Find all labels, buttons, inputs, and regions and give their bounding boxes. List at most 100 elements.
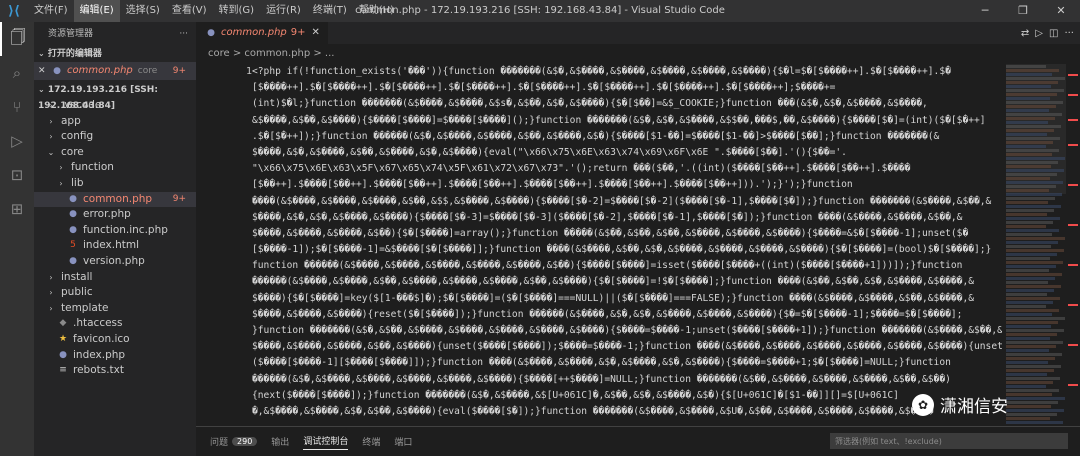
- menu-item-0[interactable]: 文件(F): [28, 0, 74, 22]
- minimap-line: [1006, 153, 1052, 156]
- tree-item-public[interactable]: › public: [34, 285, 196, 301]
- close-icon[interactable]: ✕: [38, 62, 50, 80]
- code-line[interactable]: ������(&$�,&$����,&$����,&$����,&$����,&…: [252, 372, 1002, 388]
- tree-item-common-php[interactable]: ● common.php 9+: [34, 191, 196, 208]
- minimap-line: [1006, 369, 1054, 372]
- code-line[interactable]: $����,&$����,&$����,&$��,&$����){unset($…: [252, 339, 1002, 355]
- open-editors-section[interactable]: ⌄ 打开的编辑器: [34, 46, 196, 62]
- minimap-line: [1006, 349, 1049, 352]
- tree-item-htaccess[interactable]: ◆ .htaccess: [34, 316, 196, 332]
- error-scroll-marker: [1068, 184, 1078, 186]
- code-line[interactable]: $����,&$�,&$�,&$����,&$����){$����[$�-3]…: [252, 210, 1002, 226]
- tree-item-error-php[interactable]: ● error.php: [34, 207, 196, 223]
- tree-item-template[interactable]: › template: [34, 301, 196, 317]
- code-line[interactable]: $����,&$����,&$����,&$��){$�[$����]=arra…: [252, 226, 1002, 242]
- error-scroll-marker: [1068, 344, 1078, 346]
- close-button[interactable]: ✕: [1042, 0, 1080, 22]
- tree-item-function-inc-php[interactable]: ● function.inc.php: [34, 223, 196, 239]
- code-line[interactable]: "\x66\x75\x6E\x63\x5F\x67\x65\x74\x5F\x6…: [252, 161, 1002, 177]
- tree-item-version-php[interactable]: ● version.php: [34, 254, 196, 270]
- menu-item-3[interactable]: 查看(V): [166, 0, 213, 22]
- files-icon[interactable]: 🗍: [0, 22, 34, 56]
- code-line[interactable]: [$��++].$����[$��++].$����[$��++].$����[…: [252, 177, 1002, 193]
- txt-file-icon: ≡: [59, 365, 67, 376]
- menu-item-2[interactable]: 选择(S): [120, 0, 166, 22]
- panel-tab-0[interactable]: 问题 290: [210, 435, 258, 448]
- code-line[interactable]: �,&$����,&$����,&$�,&$��,&$����){eval($�…: [252, 404, 1002, 420]
- minimap-line: [1006, 265, 1056, 268]
- line-number: 1: [245, 66, 252, 77]
- tree-item-install[interactable]: › install: [34, 270, 196, 286]
- minimap[interactable]: [1006, 64, 1066, 426]
- tree-item-label: app: [61, 114, 81, 127]
- code-content[interactable]: <?php if(!function_exists('���')){functi…: [252, 64, 1002, 420]
- restore-button[interactable]: ❐: [1004, 0, 1042, 22]
- tab-common-php[interactable]: ● common.php 9+ ✕: [196, 22, 328, 44]
- code-line[interactable]: [$����-1]);$�[$����-1]=&$����[$�[$����]]…: [252, 242, 1002, 258]
- code-line[interactable]: [$����++].$�[$����++].$�[$����++].$�[$��…: [252, 80, 1002, 96]
- code-line[interactable]: $����,&$�,&$����,&$��,&$����,&$�,&$����)…: [252, 145, 1002, 161]
- tree-item-app[interactable]: › app: [34, 114, 196, 130]
- more-actions-icon[interactable]: ···: [179, 22, 188, 46]
- tree-item-config[interactable]: › config: [34, 129, 196, 145]
- code-line[interactable]: (int)$�l;}function �������(&$����,&$����…: [252, 96, 1002, 112]
- code-line[interactable]: $����,&$����,&$����){reset($�[$����]);}f…: [252, 307, 1002, 323]
- open-editor-item[interactable]: ✕ ● common.php core 9+: [34, 62, 196, 80]
- minimap-line: [1006, 145, 1046, 148]
- code-line[interactable]: $����){$�[$����]=key($[1-���$]�);$�[$���…: [252, 291, 1002, 307]
- menu-item-5[interactable]: 运行(R): [260, 0, 307, 22]
- menu-item-4[interactable]: 转到(G): [213, 0, 261, 22]
- panel-tab-4[interactable]: 端口: [394, 435, 412, 448]
- tree-item-lib[interactable]: › lib: [34, 176, 196, 192]
- code-view[interactable]: 1 <?php if(!function_exists('���')){func…: [196, 64, 1006, 426]
- tree-item-rebots-txt[interactable]: ≡ rebots.txt: [34, 363, 196, 379]
- minimap-line: [1006, 373, 1047, 376]
- minimap-line: [1006, 85, 1051, 88]
- tree-item-favicon-ico[interactable]: ★ favicon.ico: [34, 332, 196, 348]
- run-icon[interactable]: ▷: [1035, 28, 1043, 39]
- menu-item-6[interactable]: 终端(T): [307, 0, 353, 22]
- tree-item-index-php[interactable]: ● index.php: [34, 348, 196, 364]
- code-line[interactable]: }function �������(&$�,&$��,&$����,&$����…: [252, 323, 1002, 339]
- panel-tab-1[interactable]: 输出: [271, 435, 289, 448]
- run-debug-icon[interactable]: ▷: [0, 124, 34, 158]
- tree-item-index-html[interactable]: 5 index.html: [34, 238, 196, 254]
- remote-icon[interactable]: ⇄: [1021, 28, 1029, 39]
- extensions-icon[interactable]: ⊞: [0, 192, 34, 226]
- code-line[interactable]: ������(&$����,&$����,&$��,&$����,&$����,…: [252, 274, 1002, 290]
- panel-filter-input[interactable]: 筛选器(例如 text、!exclude): [830, 433, 1068, 449]
- error-scroll-marker: [1068, 384, 1078, 386]
- panel-tab-2[interactable]: 调试控制台: [303, 434, 349, 450]
- code-line[interactable]: function ������(&$����,&$����,&$����,&$�…: [252, 258, 1002, 274]
- code-line[interactable]: {next($����[$����]);}function �������(&$…: [252, 388, 1002, 404]
- editor-scrollbar[interactable]: [1066, 64, 1080, 426]
- minimap-line: [1006, 77, 1065, 80]
- chevron-down-icon: ⌄: [38, 49, 45, 58]
- close-icon[interactable]: ✕: [312, 22, 320, 44]
- search-icon[interactable]: ⌕: [0, 56, 34, 90]
- minimap-line: [1006, 237, 1065, 240]
- minimap-line: [1006, 217, 1060, 220]
- code-line[interactable]: <?php if(!function_exists('���')){functi…: [252, 64, 1002, 80]
- minimap-line: [1006, 65, 1046, 68]
- remote-explorer-icon[interactable]: ⊡: [0, 158, 34, 192]
- code-line[interactable]: ($����[$����-1][$����[$����]]);}function…: [252, 355, 1002, 371]
- chevron-right-icon: ›: [49, 116, 53, 126]
- more-icon[interactable]: ···: [1064, 28, 1074, 39]
- tree-item-core[interactable]: ⌄ core: [34, 145, 196, 161]
- tree-item-function[interactable]: › function: [34, 160, 196, 176]
- menu-item-1[interactable]: 编辑(E): [73, 0, 120, 22]
- php-file-icon: ●: [69, 255, 77, 266]
- menu-item-7[interactable]: 帮助(H): [353, 0, 400, 22]
- source-control-icon[interactable]: ⑂: [0, 90, 34, 124]
- code-line[interactable]: .$�[$�++]);}function ������(&$�,&$����,&…: [252, 129, 1002, 145]
- minimize-button[interactable]: ─: [966, 0, 1004, 22]
- panel-tab-3[interactable]: 终端: [362, 435, 380, 448]
- workspace-section[interactable]: ⌄ 172.19.193.216 [SSH: 192.168.43.84]: [34, 82, 196, 111]
- minimap-line: [1006, 249, 1064, 252]
- code-line[interactable]: ����(&$����,&$����,&$����,&$��,&$$,&$���…: [252, 194, 1002, 210]
- chevron-down-icon: ⌄: [38, 85, 45, 94]
- code-line[interactable]: &$����,&$��,&$����){$����[$����]=$����[$…: [252, 113, 1002, 129]
- breadcrumb[interactable]: core > common.php > ...: [196, 44, 1080, 64]
- split-editor-icon[interactable]: ◫: [1049, 28, 1058, 39]
